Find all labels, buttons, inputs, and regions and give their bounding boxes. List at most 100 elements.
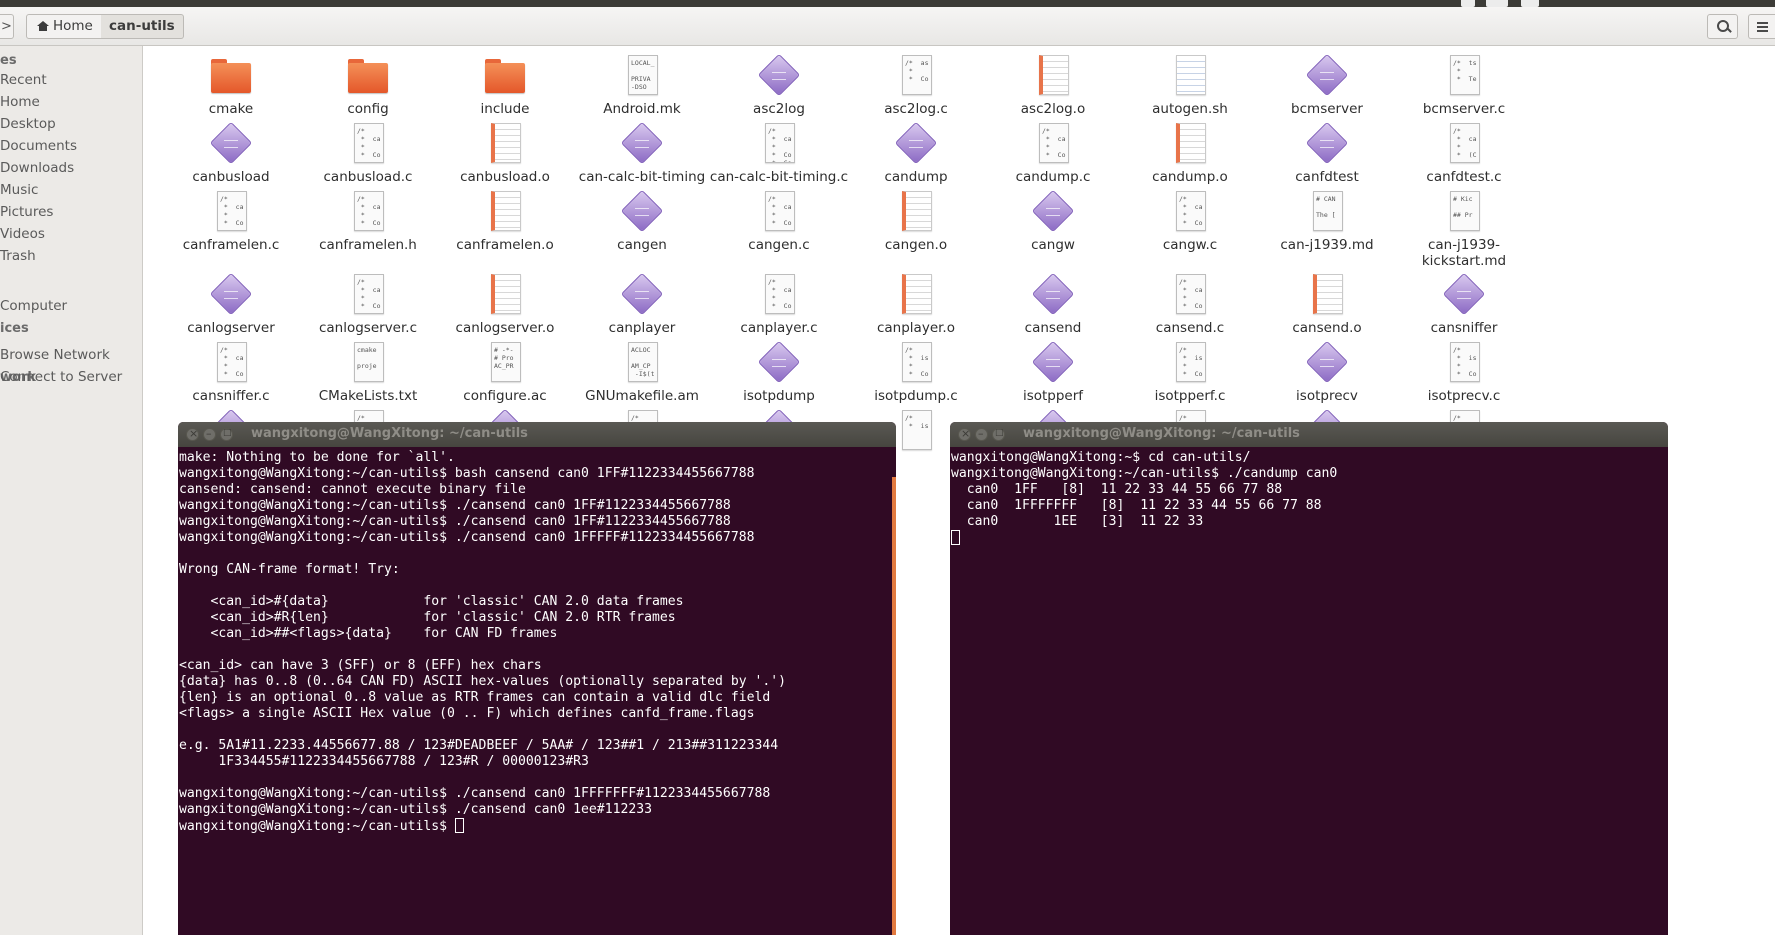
file-item[interactable]: canbusload [156,119,306,185]
sidebar-item-connect-to-server[interactable]: Connect to Server [0,369,122,385]
sidebar-item-browse-network[interactable]: Browse Network [0,347,110,363]
breadcrumb-home[interactable]: Home [26,14,102,39]
sidebar-item-trash[interactable]: Trash [0,248,36,264]
file-item[interactable]: canlogserver.o [430,270,580,336]
file-item[interactable]: /* * is * * Co isotprecv.c [1389,338,1539,404]
terminal-output[interactable]: make: Nothing to be done for `all'. wangx… [178,447,896,834]
file-item[interactable]: canplayer.o [841,270,991,336]
text-file-icon: /* * ca * * Co [1166,187,1214,235]
terminal-window-right[interactable]: wangxitong@WangXitong: ~/can-utils wangx… [950,422,1668,935]
file-item[interactable]: cangen.o [841,187,991,253]
file-name: asc2log.o [1020,101,1086,117]
file-item[interactable]: cansniffer [1389,270,1539,336]
file-item[interactable]: autogen.sh [1115,51,1265,117]
sidebar-item-downloads[interactable]: Downloads [0,160,74,176]
terminal-scrollbar[interactable] [892,477,896,935]
file-item[interactable]: cansend.o [1252,270,1402,336]
file-item[interactable]: /* as * * Co asc2log.c [841,51,991,117]
file-item[interactable]: ACLOC AM_CP -I$(t GNUmakefile.am [567,338,717,404]
menu-icon[interactable] [1748,14,1775,39]
file-item[interactable]: candump.o [1115,119,1265,185]
sidebar-item-home[interactable]: Home [0,94,40,110]
file-preview [902,274,932,314]
terminal-line: wangxitong@WangXitong:~/can-utils$ ./can… [179,530,896,546]
maximize-icon[interactable] [220,428,233,441]
text-file-icon: /* ts * * Te [1440,51,1488,99]
file-item[interactable]: /* * ca * * (C canfdtest.c [1389,119,1539,185]
file-item[interactable]: cansend [978,270,1128,336]
file-item[interactable]: canframelen.o [430,187,580,253]
text-file-icon: /* * is [892,406,940,454]
minimize-icon[interactable] [203,427,216,441]
sidebar-item-videos[interactable]: Videos [0,226,45,242]
file-preview: /* * ca * * Co * Co [765,123,795,163]
file-item[interactable]: canlogserver [156,270,306,336]
file-item[interactable]: canfdtest [1252,119,1402,185]
terminal-titlebar: wangxitong@WangXitong: ~/can-utils [950,422,1668,447]
file-item[interactable]: candump [841,119,991,185]
file-item[interactable]: /* * ca * * Co canlogserver.c [293,270,443,336]
file-item[interactable]: /* * ca * * Co * Co can-calc-bit-timing.c [704,119,854,185]
file-item[interactable]: canplayer [567,270,717,336]
file-item[interactable]: cangen [567,187,717,253]
file-item[interactable]: isotpperf [978,338,1128,404]
terminal-output[interactable]: wangxitong@WangXitong:~$ cd can-utils/wa… [950,447,1668,546]
file-item[interactable]: cmake proje CMakeLists.txt [293,338,443,404]
file-name: cansniffer.c [192,388,270,404]
file-item[interactable]: /* * ca * * Co candump.c [978,119,1128,185]
file-item[interactable]: /* * ca * * Co canplayer.c [704,270,854,336]
file-item[interactable]: # CAN The [ can-j1939.md [1252,187,1402,253]
file-item[interactable]: /* ts * * Te bcmserver.c [1389,51,1539,117]
terminal-line: {len} is an optional 0..8 value as RTR f… [179,690,896,706]
file-manager-toolbar: > Home can-utils [0,7,1775,46]
maximize-icon[interactable] [992,428,1005,441]
executable-icon [1029,270,1077,318]
file-item[interactable]: /* * ca * * Co canframelen.c [156,187,306,253]
file-item[interactable]: # -*- # Pro AC_PR configure.ac [430,338,580,404]
sidebar-item-music[interactable]: Music [0,182,38,198]
file-item[interactable]: isotpdump [704,338,854,404]
back-button[interactable]: > [0,14,14,39]
search-icon[interactable] [1707,14,1738,39]
file-name: candump.c [1015,169,1091,185]
sidebar-item-documents[interactable]: Documents [0,138,77,154]
file-item[interactable]: /* * ca * * Co cansniffer.c [156,338,306,404]
sidebar-item-pictures[interactable]: Pictures [0,204,53,220]
file-item[interactable]: asc2log [704,51,854,117]
file-name: cangen [617,237,667,253]
folder-item[interactable]: include [430,51,580,117]
file-item[interactable]: bcmserver [1252,51,1402,117]
file-preview: /* as * * Co [902,55,932,95]
file-item[interactable]: asc2log.o [978,51,1128,117]
file-item[interactable]: cangw [978,187,1128,253]
terminal-window-left[interactable]: wangxitong@WangXitong: ~/can-utils make:… [178,422,896,935]
close-icon[interactable] [186,427,199,441]
file-preview: /* * is * * Co [1450,342,1480,382]
text-file-icon: # -*- # Pro AC_PR [481,338,529,386]
file-item[interactable]: /* * ca * * Co canbusload.c [293,119,443,185]
terminal-line: can0 1FF [8] 11 22 33 44 55 66 77 88 [951,482,1668,498]
file-item[interactable]: /* * ca * * Co cangw.c [1115,187,1265,253]
sidebar-item-desktop[interactable]: Desktop [0,116,56,132]
close-icon[interactable] [958,427,971,441]
folder-item[interactable]: config [293,51,443,117]
folder-item[interactable]: cmake [156,51,306,117]
file-name: canfdtest [1295,169,1359,185]
file-item[interactable]: can-calc-bit-timing [567,119,717,185]
minimize-icon[interactable] [975,427,988,441]
sidebar-item-computer[interactable]: Computer [0,298,67,314]
breadcrumb-current-folder[interactable]: can-utils [101,14,184,39]
file-item[interactable]: # Kic ## Pr can-j1939-kickstart.md [1389,187,1539,269]
file-item[interactable]: /* * is * * Co isotpdump.c [841,338,991,404]
file-item[interactable]: isotprecv [1252,338,1402,404]
sidebar-item-recent[interactable]: Recent [0,72,47,88]
file-item[interactable]: /* * ca * * Co canframelen.h [293,187,443,253]
file-item[interactable]: LOCAL_ PRIVA -DSO Android.mk [567,51,717,117]
file-item[interactable]: /* * ca * * Co cangen.c [704,187,854,253]
file-name: autogen.sh [1152,101,1228,117]
file-item[interactable]: /* * ca * * Co cansend.c [1115,270,1265,336]
file-item[interactable]: canbusload.o [430,119,580,185]
file-name: canframelen.o [456,237,554,253]
file-item[interactable]: /* * is * * Co isotpperf.c [1115,338,1265,404]
